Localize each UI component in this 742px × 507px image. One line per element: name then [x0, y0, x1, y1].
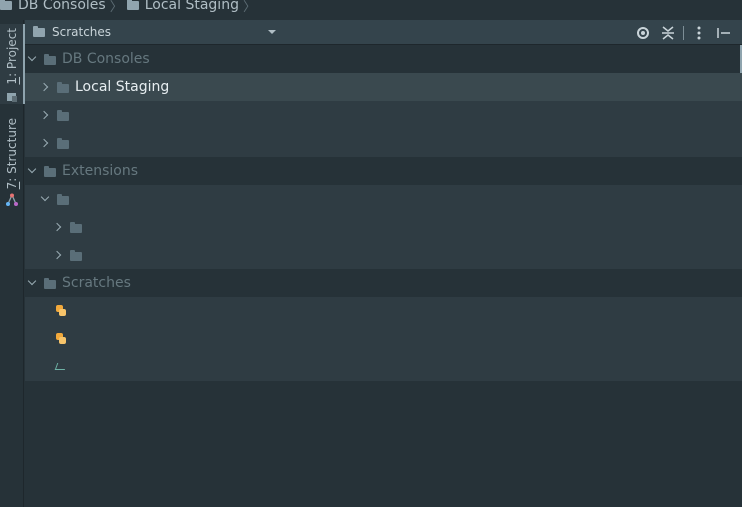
- more-icon: [697, 26, 701, 39]
- project-tree: DB Consoles Local Staging Extensions Scr…: [25, 45, 742, 381]
- breadcrumb-separator: 〉: [109, 0, 123, 15]
- sql-file-icon: [55, 361, 67, 373]
- folder-icon: [44, 53, 56, 65]
- chevron-right-icon[interactable]: [53, 248, 63, 262]
- hide-button[interactable]: [714, 23, 734, 43]
- folder-icon: [33, 25, 45, 37]
- tool-window-strip: 1: Project 7: Structure: [0, 20, 25, 507]
- chevron-down-icon[interactable]: [27, 276, 37, 290]
- collapse-all-icon: [662, 25, 674, 40]
- project-icon: [6, 91, 18, 103]
- folder-icon: [126, 0, 139, 10]
- tree-node-label: DB Consoles: [62, 51, 150, 67]
- structure-icon: [6, 193, 18, 207]
- locate-button[interactable]: [633, 23, 653, 43]
- folder-icon: [57, 137, 69, 149]
- more-options-button[interactable]: [689, 23, 709, 43]
- tab-structure[interactable]: 7: Structure: [0, 118, 24, 214]
- toolbar-separator: [683, 25, 684, 40]
- tree-node-file[interactable]: [25, 297, 742, 325]
- chevron-right-icon[interactable]: [40, 136, 50, 150]
- folder-icon: [44, 165, 56, 177]
- breadcrumb-item-db-consoles[interactable]: DB Consoles: [0, 0, 106, 13]
- breadcrumb-label: DB Consoles: [18, 0, 106, 13]
- tree-node-file[interactable]: [25, 325, 742, 353]
- tree-node-folder[interactable]: [25, 101, 742, 129]
- chevron-right-icon[interactable]: [53, 220, 63, 234]
- tree-node-db-consoles[interactable]: DB Consoles: [25, 45, 742, 73]
- collapse-all-button[interactable]: [658, 23, 678, 43]
- tree-node-label: Local Staging: [75, 79, 170, 95]
- tree-node-extensions[interactable]: Extensions: [25, 157, 742, 185]
- breadcrumb-item-local-staging[interactable]: Local Staging: [126, 0, 239, 13]
- folder-icon: [57, 109, 69, 121]
- tree-node-label: Extensions: [62, 163, 139, 179]
- folder-icon: [0, 0, 12, 10]
- locate-icon: [637, 26, 649, 39]
- hide-icon: [717, 27, 730, 38]
- chevron-down-icon[interactable]: [27, 52, 37, 66]
- chevron-down-icon[interactable]: [27, 164, 37, 178]
- tree-node-folder[interactable]: [25, 129, 742, 157]
- tree-node-scratches[interactable]: Scratches: [25, 269, 742, 297]
- tree-node-label: Scratches: [62, 275, 131, 291]
- breadcrumb-separator: 〉: [242, 0, 256, 15]
- tree-node-folder[interactable]: [25, 241, 742, 269]
- breadcrumb: DB Consoles 〉 Local Staging 〉: [0, 0, 742, 16]
- tab-project-label: 1: Project: [5, 28, 19, 85]
- view-selector-label[interactable]: Scratches: [52, 25, 264, 39]
- folder-icon: [57, 193, 69, 205]
- tree-node-file[interactable]: [25, 353, 742, 381]
- tab-structure-label: 7: Structure: [5, 118, 19, 190]
- folder-icon: [70, 221, 82, 233]
- python-file-icon: [55, 333, 67, 345]
- python-file-icon: [55, 305, 67, 317]
- folder-icon: [44, 277, 56, 289]
- chevron-right-icon[interactable]: [40, 80, 50, 94]
- tree-node-folder[interactable]: [25, 185, 742, 213]
- header-toolbar: [628, 20, 734, 45]
- breadcrumb-label: Local Staging: [144, 0, 239, 13]
- chevron-down-icon[interactable]: [268, 30, 276, 34]
- project-view-header: Scratches: [25, 20, 742, 45]
- tree-node-local-staging[interactable]: Local Staging: [25, 73, 742, 101]
- folder-icon: [70, 249, 82, 261]
- chevron-right-icon[interactable]: [40, 108, 50, 122]
- tree-node-folder[interactable]: [25, 213, 742, 241]
- tab-project[interactable]: 1: Project: [0, 24, 25, 104]
- chevron-down-icon[interactable]: [40, 192, 50, 206]
- folder-icon: [57, 81, 69, 93]
